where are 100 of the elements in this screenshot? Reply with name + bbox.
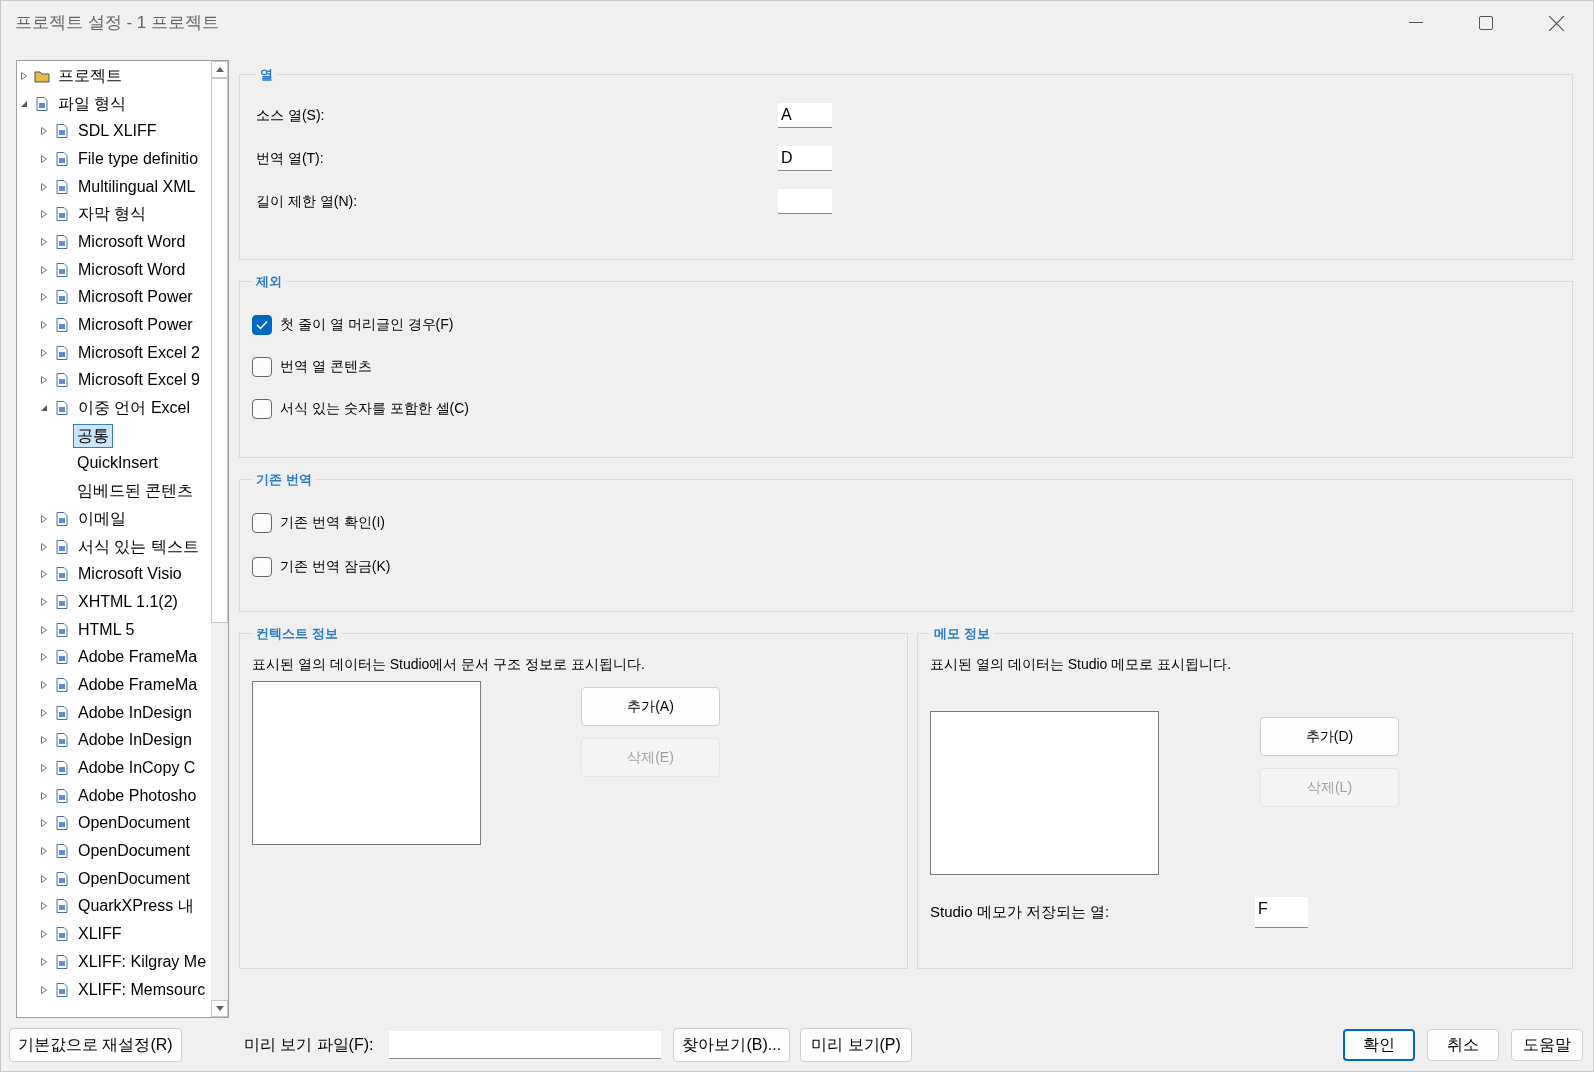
- expand-arrow-icon[interactable]: [41, 154, 47, 163]
- tree-item[interactable]: Multilingual XML: [74, 174, 200, 199]
- tree-item[interactable]: OpenDocument: [74, 866, 195, 891]
- collapse-arrow-icon[interactable]: [41, 404, 47, 413]
- tree-item[interactable]: Microsoft Word: [74, 229, 190, 254]
- dialog-button[interactable]: 취소: [1427, 1029, 1499, 1061]
- tree-item[interactable]: SDL XLIFF: [74, 119, 161, 144]
- expand-arrow-icon[interactable]: [41, 874, 47, 883]
- tree-item[interactable]: 자막 형식: [74, 202, 151, 227]
- tree-item[interactable]: Microsoft Excel 2: [74, 340, 204, 365]
- expand-arrow-icon[interactable]: [41, 237, 47, 246]
- checkbox[interactable]: [252, 314, 272, 335]
- reset-defaults-button[interactable]: 기본값으로 재설정(R): [9, 1028, 182, 1062]
- expand-arrow-icon[interactable]: [41, 570, 47, 579]
- document-icon: [54, 400, 70, 417]
- action-button[interactable]: 추가(D): [1260, 716, 1399, 756]
- dialog-button[interactable]: 도움말: [1511, 1029, 1583, 1061]
- scroll-thumb[interactable]: [211, 78, 228, 623]
- tree-item[interactable]: File type definitio: [74, 146, 203, 171]
- scroll-up-button[interactable]: [211, 61, 228, 78]
- expand-arrow-icon[interactable]: [41, 847, 47, 856]
- tree-item[interactable]: XLIFF: [74, 922, 126, 947]
- checkbox[interactable]: [252, 398, 272, 419]
- expand-arrow-icon[interactable]: [41, 957, 47, 966]
- tree-item[interactable]: Adobe FrameMa: [74, 645, 202, 670]
- group-title: 컨텍스트 정보: [255, 625, 339, 643]
- checkbox[interactable]: [252, 556, 272, 577]
- expand-arrow-icon[interactable]: [41, 376, 47, 385]
- tree-item[interactable]: Adobe InCopy C: [74, 756, 200, 781]
- tree-item[interactable]: 임베드된 콘텐츠: [73, 479, 198, 504]
- expand-arrow-icon[interactable]: [41, 210, 47, 219]
- expand-arrow-icon[interactable]: [41, 182, 47, 191]
- tree-item[interactable]: 서식 있는 텍스트: [74, 534, 203, 559]
- expand-arrow-icon[interactable]: [41, 127, 47, 136]
- expand-arrow-icon[interactable]: [41, 625, 47, 634]
- tree-item[interactable]: QuarkXPress 내: [74, 894, 198, 919]
- scroll-down-button[interactable]: [211, 1000, 228, 1017]
- checkbox[interactable]: [252, 356, 272, 377]
- tree-item[interactable]: Microsoft Visio: [74, 562, 186, 587]
- tree-item[interactable]: XLIFF: Memsourc: [74, 977, 210, 1002]
- tree-item[interactable]: 공통: [73, 423, 113, 448]
- tree-item[interactable]: XLIFF: Kilgray Me: [74, 949, 211, 974]
- document-icon: [54, 760, 70, 777]
- expand-arrow-icon[interactable]: [41, 902, 47, 911]
- tree-item[interactable]: 프로젝트: [54, 63, 126, 88]
- browse-button[interactable]: 찾아보기(B)...: [673, 1028, 791, 1062]
- tree-item[interactable]: 이메일: [74, 506, 130, 531]
- tree-item[interactable]: Adobe FrameMa: [74, 672, 202, 697]
- tree-item[interactable]: 파일 형식: [54, 91, 131, 116]
- document-icon: [54, 649, 70, 666]
- checkbox-label: 기존 번역 확인(I): [280, 513, 385, 532]
- preview-button[interactable]: 미리 보기(P): [800, 1028, 912, 1062]
- scrollbar[interactable]: [211, 61, 228, 1017]
- tree-item[interactable]: Adobe InDesign: [74, 728, 196, 753]
- checkbox[interactable]: [252, 512, 272, 533]
- tree-item[interactable]: Adobe Photosho: [74, 783, 201, 808]
- preview-file-field[interactable]: [389, 1031, 662, 1059]
- expand-arrow-icon[interactable]: [41, 819, 47, 828]
- tree-item[interactable]: Microsoft Power: [74, 313, 197, 338]
- description-text: 표시된 열의 데이터는 Studio 메모로 표시됩니다.: [930, 654, 1233, 674]
- expand-arrow-icon[interactable]: [41, 930, 47, 939]
- tree-item[interactable]: HTML 5: [74, 617, 139, 642]
- expand-arrow-icon[interactable]: [41, 348, 47, 357]
- document-icon: [54, 953, 70, 970]
- expand-arrow-icon[interactable]: [41, 542, 47, 551]
- action-button[interactable]: 추가(A): [581, 686, 720, 726]
- collapse-arrow-icon[interactable]: [21, 99, 27, 108]
- expand-arrow-icon[interactable]: [41, 265, 47, 274]
- dialog-button[interactable]: 확인: [1343, 1029, 1415, 1061]
- tree-item[interactable]: XHTML 1.1(2): [74, 589, 182, 614]
- expand-arrow-icon[interactable]: [41, 736, 47, 745]
- expand-arrow-icon[interactable]: [21, 71, 27, 80]
- expand-arrow-icon[interactable]: [41, 653, 47, 662]
- expand-arrow-icon[interactable]: [41, 597, 47, 606]
- tree-item[interactable]: OpenDocument: [74, 811, 195, 836]
- tree-item[interactable]: Adobe InDesign: [74, 700, 196, 725]
- context-list[interactable]: [252, 680, 481, 845]
- expand-arrow-icon[interactable]: [41, 764, 47, 773]
- expand-arrow-icon[interactable]: [41, 791, 47, 800]
- tree-item[interactable]: Microsoft Power: [74, 285, 197, 310]
- tree-item[interactable]: 이중 언어 Excel: [74, 396, 194, 421]
- column-field[interactable]: [778, 188, 832, 214]
- expand-arrow-icon[interactable]: [41, 985, 47, 994]
- memo-column-field[interactable]: F: [1255, 896, 1308, 928]
- expand-arrow-icon[interactable]: [41, 293, 47, 302]
- document-icon: [54, 898, 70, 915]
- expand-arrow-icon[interactable]: [41, 514, 47, 523]
- tree-item[interactable]: Microsoft Excel 9: [74, 368, 204, 393]
- expand-arrow-icon[interactable]: [41, 680, 47, 689]
- column-field[interactable]: D: [778, 145, 832, 171]
- expand-arrow-icon[interactable]: [41, 708, 47, 717]
- column-field[interactable]: A: [778, 102, 832, 128]
- tree-item[interactable]: Microsoft Word: [74, 257, 190, 282]
- memo-list[interactable]: [930, 710, 1159, 875]
- tree-item[interactable]: OpenDocument: [74, 839, 195, 864]
- expand-arrow-icon[interactable]: [41, 321, 47, 330]
- preview-file-label: 미리 보기 파일(F):: [243, 1035, 374, 1055]
- group-title: 메모 정보: [933, 625, 991, 643]
- field-label: 번역 열(T):: [256, 148, 325, 168]
- tree-item[interactable]: QuickInsert: [73, 451, 162, 476]
